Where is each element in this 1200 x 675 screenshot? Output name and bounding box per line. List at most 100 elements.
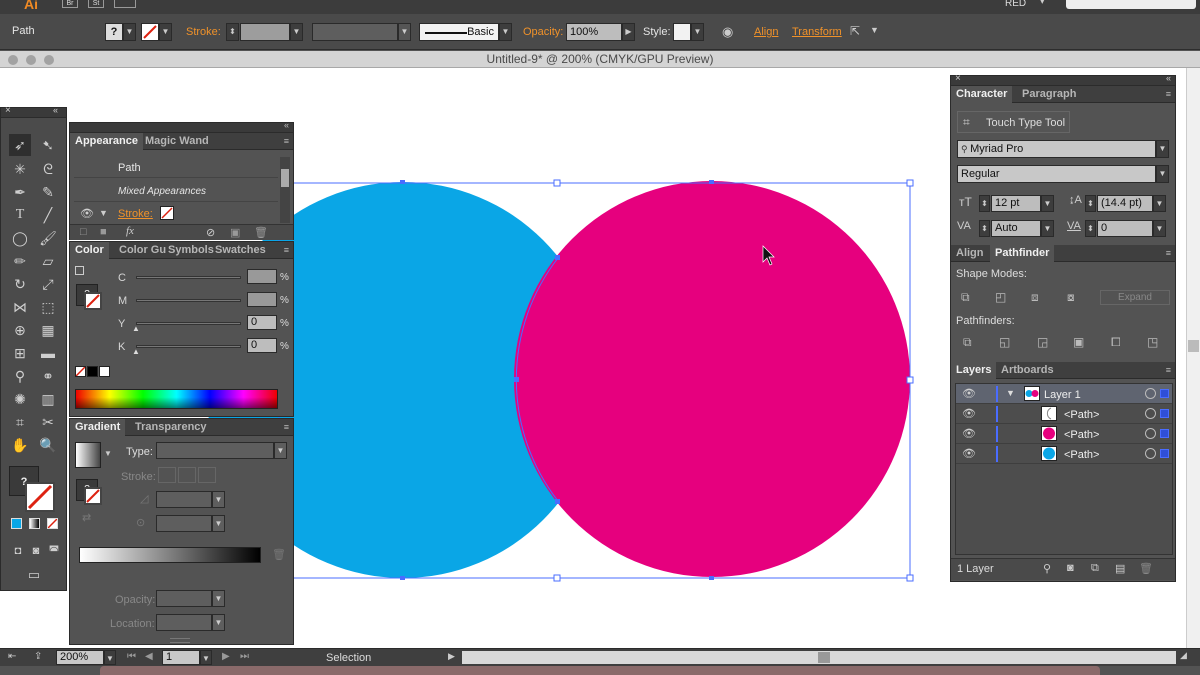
- visibility-eye-icon[interactable]: 👁: [962, 407, 976, 420]
- leading-stepper[interactable]: ⬍: [1085, 195, 1096, 212]
- stroke-swatch[interactable]: [141, 23, 159, 41]
- trim-icon[interactable]: ◱: [999, 335, 1010, 349]
- zoom-window-button[interactable]: [44, 55, 54, 65]
- aspect-ratio-input[interactable]: [156, 515, 212, 532]
- tracking-stepper[interactable]: ⬍: [1085, 220, 1096, 237]
- tab-appearance[interactable]: Appearance: [70, 133, 143, 150]
- zoom-tool-icon[interactable]: 🔍: [37, 434, 59, 456]
- gradient-mode-icon[interactable]: [29, 518, 40, 529]
- vertical-scrollbar[interactable]: [1186, 68, 1200, 648]
- perspective-grid-tool-icon[interactable]: ▦: [37, 319, 59, 341]
- vertical-scroll-thumb[interactable]: [1188, 340, 1199, 352]
- target-icon[interactable]: [1145, 408, 1156, 419]
- gradient-presets-dropdown[interactable]: ▼: [104, 449, 112, 458]
- close-icon[interactable]: ×: [5, 105, 11, 116]
- pencil-tool-icon[interactable]: ✏: [9, 250, 31, 272]
- font-size-input[interactable]: 12 pt: [991, 195, 1041, 212]
- path-name[interactable]: <Path>: [1064, 409, 1099, 421]
- isolate-object-icon[interactable]: ⇱: [850, 24, 860, 38]
- unite-icon[interactable]: ⧉: [961, 290, 970, 305]
- path-name[interactable]: <Path>: [1064, 429, 1099, 441]
- symbol-sprayer-tool-icon[interactable]: ✺: [9, 388, 31, 410]
- opacity-label[interactable]: Opacity:: [523, 26, 563, 38]
- stock-button[interactable]: St: [88, 0, 104, 8]
- font-family-dropdown[interactable]: ▼: [1156, 140, 1169, 158]
- gradient-slider[interactable]: [79, 547, 261, 563]
- font-family-input[interactable]: ⚲ Myriad Pro: [957, 140, 1156, 158]
- bridge-button[interactable]: Br: [62, 0, 78, 8]
- first-artboard-icon[interactable]: ⏮: [127, 651, 136, 662]
- kerning-stepper[interactable]: ⬍: [979, 220, 990, 237]
- color-stroke-swatch[interactable]: [84, 292, 102, 310]
- panel-menu-icon[interactable]: ≡: [1166, 89, 1171, 99]
- gradient-type-select[interactable]: [156, 442, 274, 459]
- variable-width-dropdown[interactable]: ▼: [398, 23, 411, 41]
- default-colors-icon[interactable]: [75, 266, 84, 275]
- variable-width-profile[interactable]: [312, 23, 398, 41]
- collapse-icon[interactable]: «: [53, 105, 58, 115]
- artboard-navigator-icon[interactable]: ⇤: [8, 651, 16, 662]
- tab-align[interactable]: Align: [951, 245, 989, 262]
- stroke-weight-dropdown[interactable]: ▼: [290, 23, 303, 41]
- visibility-eye-icon[interactable]: 👁: [962, 447, 976, 460]
- paintbrush-tool-icon[interactable]: 🖌: [37, 227, 59, 249]
- status-menu-icon[interactable]: ▶: [448, 651, 455, 662]
- resize-grip[interactable]: [170, 638, 190, 643]
- layer-row[interactable]: 👁 ▼ Layer 1: [956, 384, 1172, 404]
- path-name[interactable]: <Path>: [1064, 449, 1099, 461]
- magenta-input[interactable]: [247, 292, 277, 307]
- gradient-tool-icon[interactable]: ▬: [37, 342, 59, 364]
- brush-dropdown[interactable]: ▼: [499, 23, 512, 41]
- outline-icon[interactable]: ⧠: [1111, 335, 1121, 350]
- cyan-slider[interactable]: [136, 276, 241, 279]
- tracking-input[interactable]: 0: [1097, 220, 1153, 237]
- line-tool-icon[interactable]: ╱: [37, 204, 59, 226]
- stroke-dropdown[interactable]: ▼: [159, 23, 172, 41]
- ellipse-tool-icon[interactable]: ◯: [9, 227, 31, 249]
- angle-dropdown[interactable]: ▼: [212, 491, 225, 508]
- magenta-slider[interactable]: [136, 299, 241, 302]
- tab-color[interactable]: Color: [70, 242, 109, 259]
- align-link[interactable]: Align: [754, 26, 778, 38]
- app-icon[interactable]: Ai: [24, 0, 38, 12]
- visibility-eye-icon[interactable]: 👁: [962, 427, 976, 440]
- selection-tool-icon[interactable]: ➶: [9, 134, 31, 156]
- add-fill-icon[interactable]: ■: [100, 226, 107, 238]
- opacity-dropdown[interactable]: ▶: [622, 23, 635, 41]
- graphic-style-swatch[interactable]: [673, 23, 691, 41]
- yellow-slider-handle[interactable]: ▲: [132, 324, 140, 333]
- selection-indicator[interactable]: [1160, 449, 1169, 458]
- artboard-number-input[interactable]: 1: [162, 650, 200, 665]
- black-slider[interactable]: [136, 345, 241, 348]
- gradient-opacity-input[interactable]: [156, 590, 212, 607]
- delete-layer-icon[interactable]: 🗑: [1139, 562, 1153, 575]
- expand-button[interactable]: Expand: [1100, 290, 1170, 305]
- new-layer-icon[interactable]: ▤: [1115, 562, 1125, 575]
- yellow-input[interactable]: 0: [247, 315, 277, 330]
- magenta-circle[interactable]: [514, 181, 910, 577]
- tab-magic-wand[interactable]: Magic Wand: [140, 133, 214, 150]
- collapse-icon[interactable]: «: [284, 120, 289, 130]
- screen-mode-icon[interactable]: ▭: [23, 564, 45, 586]
- tab-transparency[interactable]: Transparency: [130, 419, 212, 436]
- stroke-stepper[interactable]: ⬍: [226, 23, 239, 41]
- duplicate-item-icon[interactable]: ▣: [230, 226, 240, 239]
- brush-definition[interactable]: Basic: [419, 23, 499, 41]
- minimize-window-button[interactable]: [26, 55, 36, 65]
- white-swatch[interactable]: [99, 366, 110, 377]
- leading-input[interactable]: (14.4 pt): [1097, 195, 1153, 212]
- layer-row[interactable]: 👁 <Path>: [956, 444, 1172, 464]
- selection-indicator[interactable]: [1160, 409, 1169, 418]
- zoom-level-input[interactable]: 200%: [56, 650, 104, 665]
- font-size-dropdown[interactable]: ▼: [1041, 195, 1054, 212]
- stroke-across-button[interactable]: [198, 467, 216, 483]
- layer-name[interactable]: Layer 1: [1044, 389, 1081, 401]
- last-artboard-icon[interactable]: ⏭: [240, 651, 249, 662]
- fill-dropdown[interactable]: ▼: [123, 23, 136, 41]
- tab-character[interactable]: Character: [951, 86, 1013, 103]
- target-icon[interactable]: [1145, 448, 1156, 459]
- clear-appearance-icon[interactable]: ⊘: [206, 226, 215, 239]
- disclosure-triangle-icon[interactable]: ▼: [1006, 388, 1015, 398]
- arrange-documents-button[interactable]: [114, 0, 136, 8]
- width-tool-icon[interactable]: ⋈: [9, 296, 31, 318]
